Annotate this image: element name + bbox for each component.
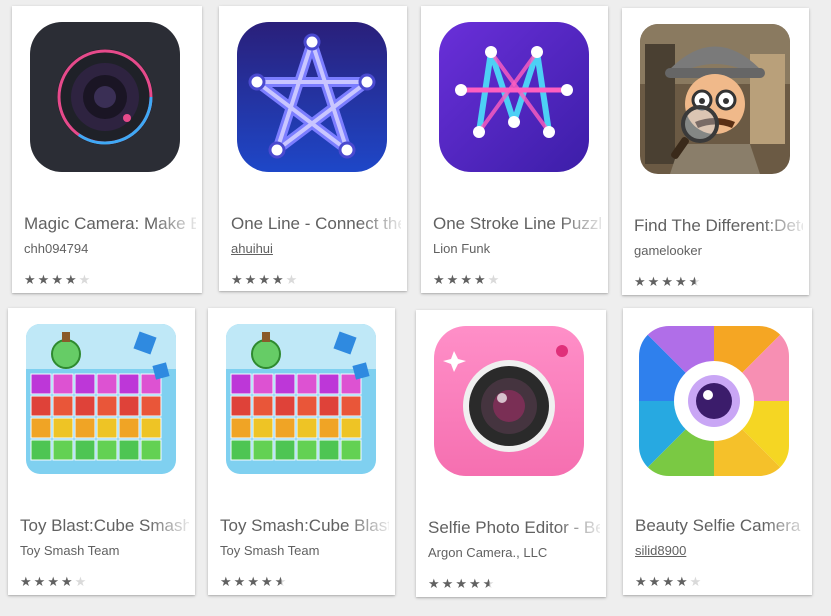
star-icon: ★ [648,574,663,589]
star-rating: ★★★★★ [20,574,88,590]
star-icon: ★ [244,272,259,287]
one-stroke-letter-m-icon[interactable] [439,22,589,172]
star-icon: ★ [20,574,34,589]
app-card[interactable]: Selfie Photo Editor - Beauty Camera Argo… [416,310,606,597]
star-icon: ★ [64,272,79,287]
star-icon: ★ [285,272,300,287]
star-icon: ★ [51,272,65,287]
star-icon: ★ [231,272,245,287]
app-card[interactable]: Toy Smash:Cube Blast Toy Smash Team ★★★★… [208,308,395,595]
star-icon: ★ [233,574,248,589]
star-icon: ★ [271,272,286,287]
star-icon: ★ [689,574,704,589]
app-developer[interactable]: Toy Smash Team [220,543,319,558]
star-rating: ★★★★★ [635,574,703,590]
star-icon: ★ [675,574,690,589]
star-icon: ★ [47,574,61,589]
app-title[interactable]: Find The Different:Detective [634,216,803,236]
one-line-star-icon[interactable] [237,22,387,172]
star-icon: ★ [78,272,93,287]
magic-camera-lens-icon[interactable] [30,22,180,172]
star-icon: ★ [634,274,648,289]
app-developer[interactable]: Lion Funk [433,241,490,256]
app-developer[interactable]: gamelooker [634,243,702,258]
star-icon: ★ [661,274,675,289]
rainbow-aperture-camera-icon[interactable] [639,326,789,476]
star-icon: ★ [258,272,272,287]
app-title[interactable]: Beauty Selfie Camera [635,516,806,536]
star-icon: ★ [460,272,474,287]
star-icon: ★ [433,272,447,287]
star-icon: ★ [446,272,461,287]
pink-selfie-camera-icon[interactable] [434,326,584,476]
app-card[interactable]: One Line - Connect the Dots ahuihui ★★★★… [219,6,407,291]
star-rating: ★★★★★ [231,272,299,288]
star-icon: ★ [662,574,676,589]
star-icon: ★ [33,574,48,589]
star-rating: ★★★★★ [220,574,288,590]
app-developer[interactable]: silid8900 [635,543,686,558]
star-icon: ★ [260,574,275,589]
star-icon: ★ [473,272,488,287]
star-icon: ★ [468,576,483,591]
star-icon: ★ [60,574,75,589]
toy-blast-cubes-icon[interactable] [26,324,176,474]
star-icon: ★ [674,274,689,289]
app-card[interactable]: Magic Camera: Make Beauty Photos chh0947… [12,6,202,293]
star-icon: ★ [441,576,456,591]
star-icon: ★ [455,576,469,591]
star-icon: ★ [635,574,649,589]
detective-magnifier-icon[interactable] [640,24,790,174]
app-developer[interactable]: chh094794 [24,241,88,256]
app-card[interactable]: Beauty Selfie Camera silid8900 ★★★★★ [623,308,812,595]
app-title[interactable]: One Line - Connect the Dots [231,214,401,234]
star-icon: ★ [274,574,289,589]
star-icon: ★ [647,274,662,289]
star-rating: ★★★★★ [428,576,496,592]
app-developer[interactable]: Argon Camera., LLC [428,545,547,560]
app-developer[interactable]: ahuihui [231,241,273,256]
star-icon: ★ [688,274,703,289]
star-icon: ★ [247,574,261,589]
star-rating: ★★★★★ [24,272,92,288]
app-developer[interactable]: Toy Smash Team [20,543,119,558]
star-icon: ★ [37,272,52,287]
star-icon: ★ [428,576,442,591]
star-icon: ★ [487,272,502,287]
star-icon: ★ [24,272,38,287]
app-card[interactable]: Find The Different:Detective gamelooker … [622,8,809,295]
app-title[interactable]: Toy Smash:Cube Blast [220,516,389,536]
app-title[interactable]: Toy Blast:Cube Smash [20,516,189,536]
app-card[interactable]: Toy Blast:Cube Smash Toy Smash Team ★★★★… [8,308,195,595]
toy-smash-cubes-icon[interactable] [226,324,376,474]
star-icon: ★ [74,574,89,589]
app-title[interactable]: One Stroke Line Puzzle [433,214,602,234]
star-icon: ★ [482,576,497,591]
app-title[interactable]: Selfie Photo Editor - Beauty Camera [428,518,600,538]
star-rating: ★★★★★ [634,274,702,290]
app-card[interactable]: One Stroke Line Puzzle Lion Funk ★★★★★ [421,6,608,293]
star-icon: ★ [220,574,234,589]
app-title[interactable]: Magic Camera: Make Beauty Photos [24,214,196,234]
star-rating: ★★★★★ [433,272,501,288]
